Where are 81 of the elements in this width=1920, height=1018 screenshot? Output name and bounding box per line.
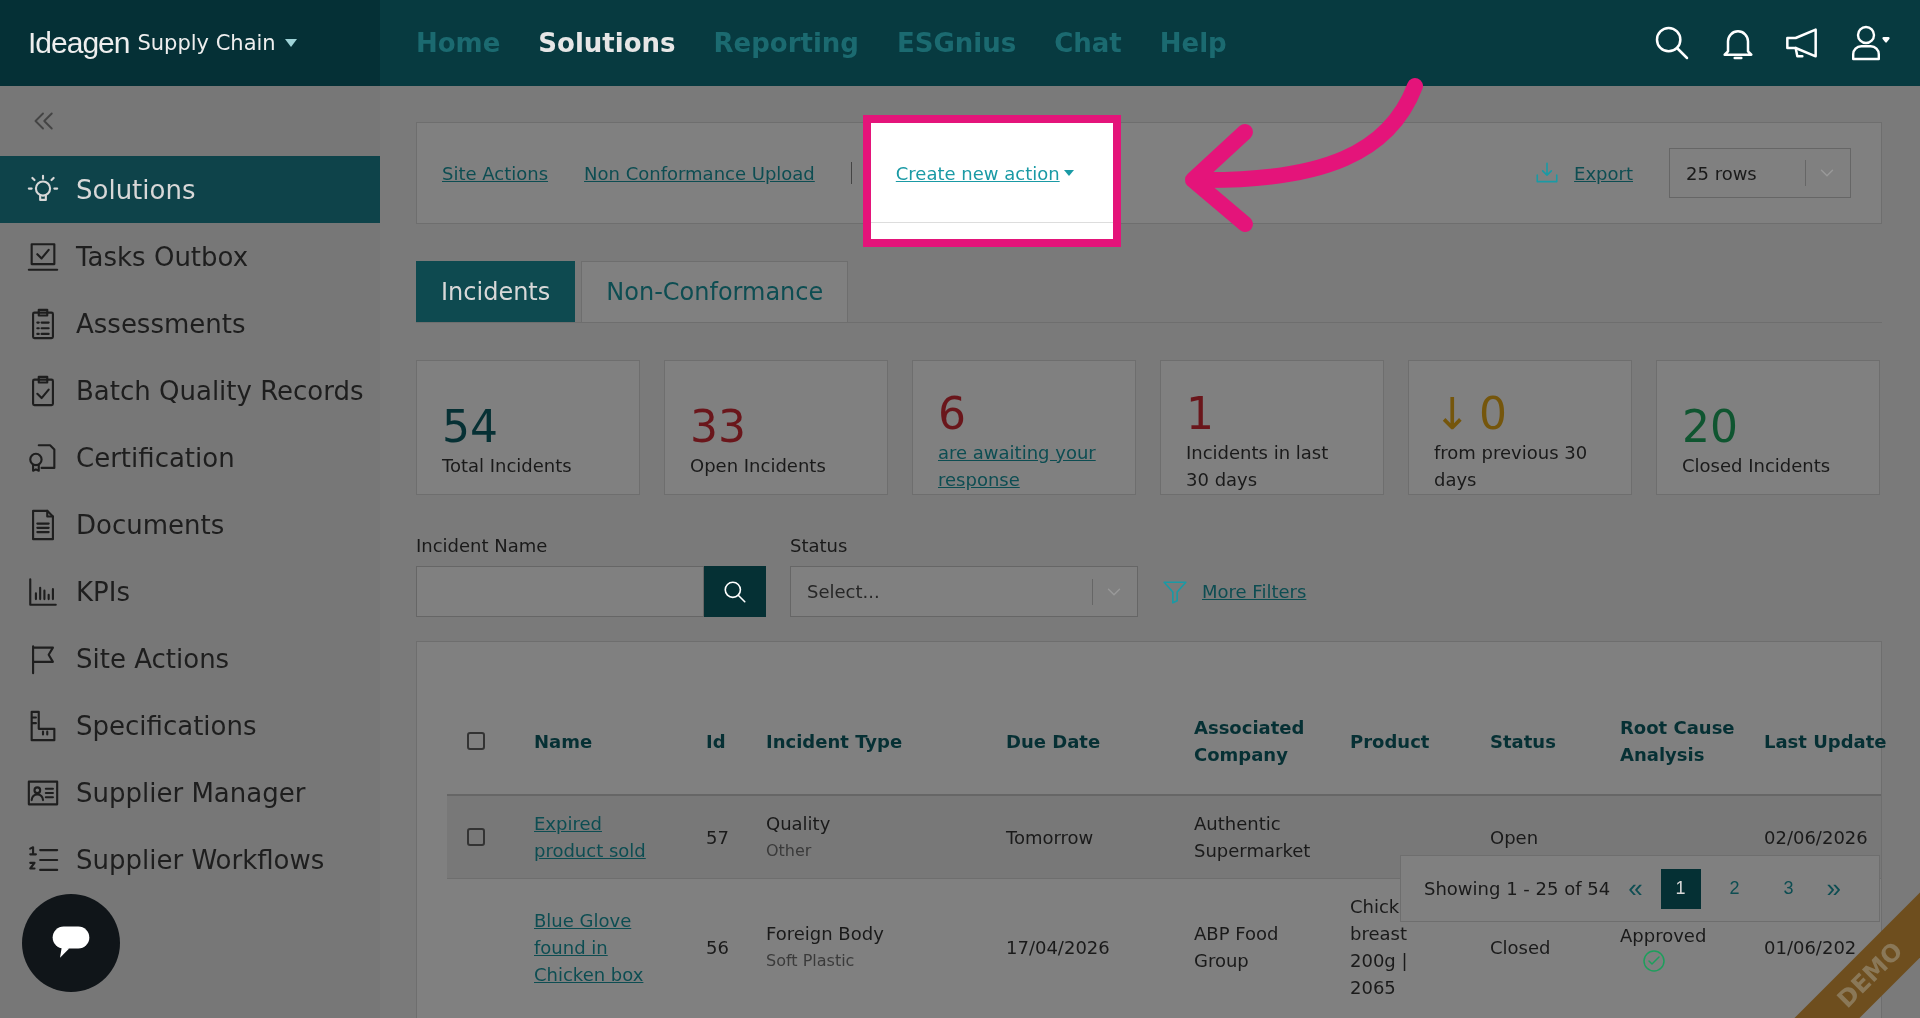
stat-value: 6 xyxy=(938,388,966,439)
page-button[interactable]: 1 xyxy=(1660,868,1701,909)
table-cell-text: Tomorrow xyxy=(1006,825,1095,850)
table-cell-text: Foreign Body xyxy=(766,922,885,946)
rows-dropdown[interactable]: 25 rows xyxy=(1669,148,1851,198)
sidebar-item[interactable]: Batch Quality Records xyxy=(0,357,380,424)
table-cell-text: Approved xyxy=(1620,923,1707,948)
stat-value: 20 xyxy=(1682,402,1738,452)
table-cell-text: Authentic Supermarket xyxy=(1194,812,1312,863)
column-header[interactable]: Due Date xyxy=(1006,727,1194,755)
page-button[interactable]: 3 xyxy=(1768,868,1809,909)
sidebar-item[interactable]: KPIs xyxy=(0,558,380,625)
checkbox[interactable] xyxy=(467,732,485,750)
sidebar-item[interactable]: Site Actions xyxy=(0,625,380,692)
stat-label: Open Incidents xyxy=(690,454,827,478)
sidebar-item[interactable]: Solutions xyxy=(0,156,380,223)
table-cell-text: 57 xyxy=(706,825,730,850)
more-filters-link[interactable]: More Filters xyxy=(1202,581,1307,602)
stat-label: from previous 30 days xyxy=(1434,440,1589,492)
stat-label: Total Incidents xyxy=(442,454,573,478)
stat-label: Closed Incidents xyxy=(1682,454,1832,478)
stat-label: Incidents in last 30 days xyxy=(1186,440,1330,492)
sidebar-item[interactable]: Assessments xyxy=(0,290,380,357)
caret-icon xyxy=(1063,170,1074,176)
table-cell-text: Closed xyxy=(1490,935,1552,960)
sidebar-item[interactable]: Certification xyxy=(0,424,380,491)
stat-value: 54 xyxy=(442,402,498,452)
pagination-summary: Showing 1 - 25 of 54 xyxy=(1424,878,1611,899)
column-header[interactable]: Associated Company xyxy=(1194,714,1350,768)
column-header[interactable]: Name xyxy=(534,727,706,755)
create-action-link[interactable]: Create new action xyxy=(895,162,1060,184)
stat-value: 0 xyxy=(1478,388,1507,439)
table-cell-subtext: Soft Plastic xyxy=(766,950,856,972)
product-switcher[interactable]: Supply Chain xyxy=(137,31,276,55)
checkbox[interactable] xyxy=(467,828,485,846)
stat-link[interactable]: are awaiting your response xyxy=(938,438,1101,493)
action-link[interactable]: Non Conformance Upload xyxy=(584,162,815,184)
table-cell-text: 56 xyxy=(706,935,730,960)
search-button[interactable] xyxy=(704,566,766,617)
search-icon xyxy=(722,578,748,605)
caret-icon xyxy=(283,38,298,48)
table-cell-text: Chick breast 200g | 2065 xyxy=(1350,895,1409,1000)
logo-text: Ideagen xyxy=(28,26,130,60)
incident-link[interactable]: Blue Glove found in Chicken box xyxy=(534,906,664,988)
stat-value: 1 xyxy=(1186,388,1214,439)
placeholder-text: Select... xyxy=(807,581,880,602)
table-cell-text: 17/04/2026 xyxy=(1006,935,1111,960)
input-field[interactable] xyxy=(416,566,704,617)
last-page-button[interactable]: » xyxy=(1822,873,1846,904)
stat-value: 33 xyxy=(690,402,746,452)
sidebar-item[interactable]: Specifications xyxy=(0,692,380,759)
column-header[interactable]: Root Cause Analysis xyxy=(1620,714,1764,768)
export-link[interactable]: Export xyxy=(1574,162,1633,184)
user-menu-icon[interactable] xyxy=(1850,23,1890,63)
column-header[interactable]: Id xyxy=(706,727,766,755)
page-button[interactable]: 2 xyxy=(1714,868,1755,909)
sidebar-item[interactable]: Tasks Outbox xyxy=(0,223,380,290)
column-header[interactable]: Status xyxy=(1490,727,1620,755)
tab[interactable]: Incidents xyxy=(416,261,576,322)
sidebar-item[interactable]: Supplier Workflows xyxy=(0,826,380,893)
column-header[interactable]: Product xyxy=(1350,727,1490,755)
table-cell-text: ABP Food Group xyxy=(1194,922,1280,973)
filter-icon xyxy=(1162,578,1188,605)
sidebar-item[interactable]: Documents xyxy=(0,491,380,558)
action-link[interactable]: Site Actions xyxy=(442,162,549,184)
trend-arrow: ↓ xyxy=(1434,388,1471,439)
table-cell-subtext: Other xyxy=(766,840,813,862)
table-cell-text: Quality xyxy=(766,812,832,836)
table-cell-text: Open xyxy=(1490,825,1540,850)
nav-link[interactable]: Solutions xyxy=(538,28,676,58)
column-header[interactable]: Incident Type xyxy=(766,727,1006,755)
field-label: Status xyxy=(790,535,849,556)
status-dropdown[interactable]: Select... xyxy=(790,566,1138,617)
table-cell-text: 02/06/2026 xyxy=(1764,825,1869,850)
sidebar-item[interactable]: Supplier Manager xyxy=(0,759,380,826)
field-label: Incident Name xyxy=(416,535,549,556)
first-page-button[interactable]: « xyxy=(1624,873,1647,904)
dropdown-value: 25 rows xyxy=(1686,162,1757,184)
column-header[interactable]: Last Update xyxy=(1764,727,1914,755)
incident-link[interactable]: Expired product sold xyxy=(534,810,664,864)
tab[interactable]: Non-Conformance xyxy=(581,261,849,322)
